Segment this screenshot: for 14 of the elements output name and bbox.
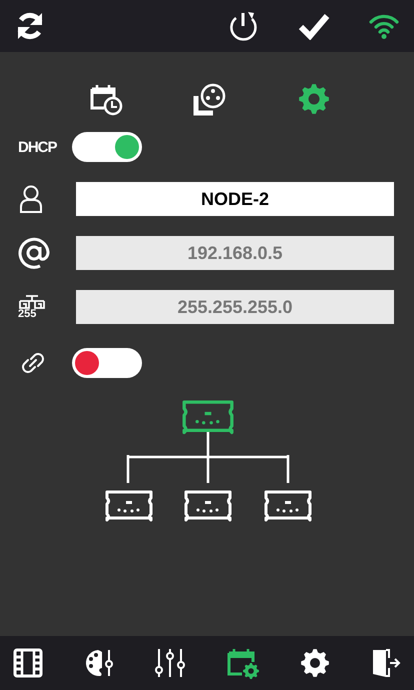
checkmark-icon[interactable]: [298, 12, 330, 40]
toggle-switch[interactable]: [72, 348, 142, 378]
toggle-switch[interactable]: [72, 132, 142, 162]
film-icon[interactable]: [12, 647, 44, 679]
calendar-gear-icon[interactable]: [226, 646, 260, 680]
connector-icon[interactable]: [193, 82, 227, 116]
at-sign-icon: [18, 237, 50, 269]
dhcp-label: DHCP: [18, 138, 57, 156]
palette-slider-icon[interactable]: [83, 647, 116, 679]
settings-icon[interactable]: [298, 647, 331, 679]
user-icon: [18, 184, 44, 214]
sliders-icon[interactable]: [154, 647, 186, 679]
calendar-clock-icon[interactable]: [89, 82, 123, 116]
name-field[interactable]: NODE-2: [76, 182, 394, 216]
